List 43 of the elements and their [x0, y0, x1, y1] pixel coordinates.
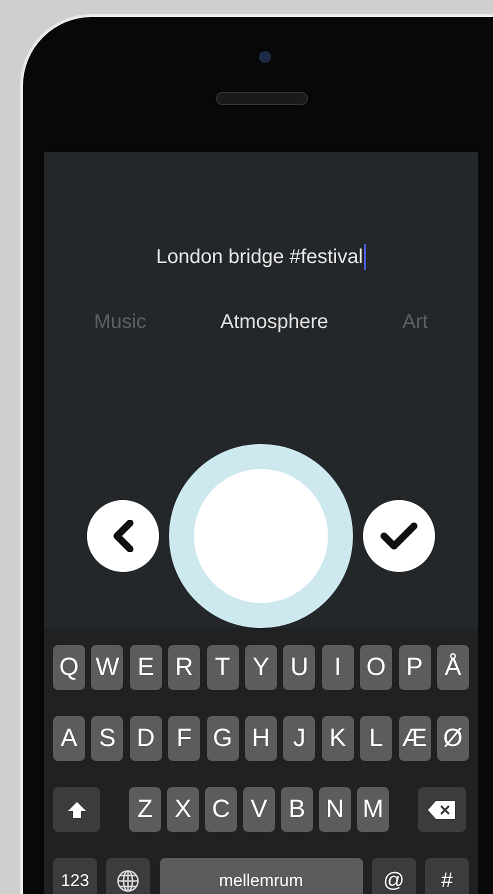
letter-key[interactable]: M [357, 787, 389, 832]
letter-key[interactable]: N [319, 787, 351, 832]
symbol-key[interactable]: @ [372, 858, 416, 894]
letter-key[interactable]: D [130, 716, 162, 761]
letter-key[interactable]: S [91, 716, 124, 761]
letter-key[interactable]: A [53, 716, 85, 761]
letter-key[interactable]: F [168, 716, 200, 761]
letter-key[interactable]: O [360, 645, 392, 690]
letter-key[interactable]: W [91, 645, 124, 690]
letter-key[interactable]: K [322, 716, 354, 761]
shift-key[interactable] [53, 787, 100, 832]
letter-key[interactable]: E [130, 645, 162, 690]
letter-key[interactable]: Ø [436, 716, 469, 761]
checkmark-icon [380, 521, 418, 551]
letter-key[interactable]: Y [244, 645, 277, 690]
backspace-icon [427, 800, 457, 820]
letter-key[interactable]: J [283, 716, 316, 761]
numbers-key[interactable]: 123 [53, 858, 97, 894]
globe-key[interactable] [106, 858, 150, 894]
space-key[interactable]: mellemrum [160, 858, 362, 894]
symbol-key[interactable]: # [425, 858, 469, 894]
letter-key[interactable]: B [281, 787, 313, 832]
letter-key[interactable]: Q [53, 645, 85, 690]
letter-key[interactable]: H [244, 716, 277, 761]
letter-key[interactable]: I [322, 645, 354, 690]
letter-key[interactable]: L [360, 716, 392, 761]
letter-key[interactable]: C [205, 787, 237, 832]
letter-key[interactable]: Å [436, 645, 469, 690]
letter-key[interactable]: X [167, 787, 199, 832]
letter-key[interactable]: G [206, 716, 239, 761]
chevron-left-icon [111, 520, 135, 552]
letter-key[interactable]: P [398, 645, 431, 690]
caption-field[interactable]: London bridge #festival [156, 242, 366, 272]
letter-key[interactable]: R [168, 645, 200, 690]
letter-key[interactable]: Æ [398, 716, 431, 761]
globe-icon [116, 868, 140, 892]
shift-arrow-icon [66, 800, 86, 820]
letter-key[interactable]: V [243, 787, 275, 832]
letter-key[interactable]: T [206, 645, 239, 690]
category-tab[interactable]: Atmosphere [220, 307, 328, 337]
backspace-key[interactable] [418, 787, 466, 832]
letter-key[interactable]: U [283, 645, 316, 690]
letter-key[interactable]: Z [129, 787, 161, 832]
